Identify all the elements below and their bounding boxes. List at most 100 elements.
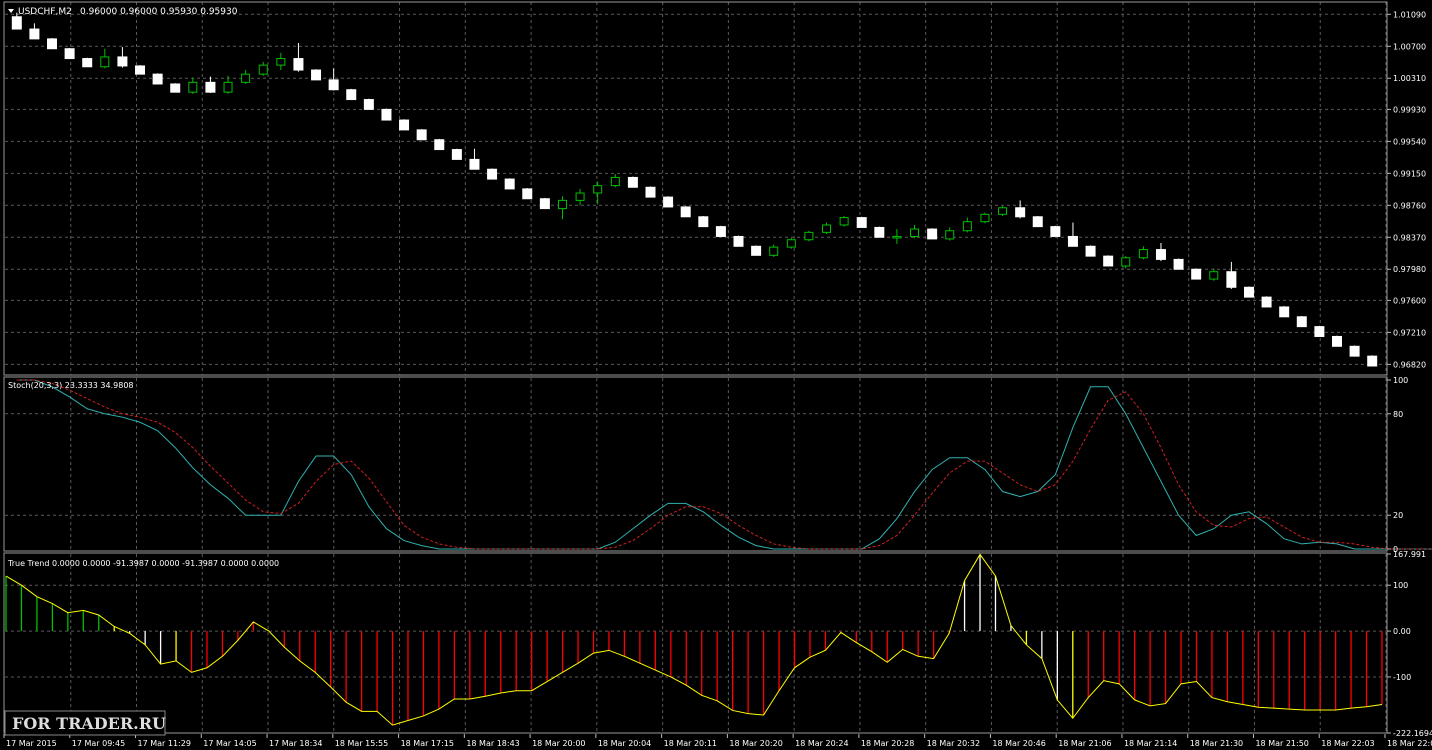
candle-body: [1032, 216, 1043, 228]
bear-candle: [733, 235, 744, 247]
price-tick-label: 0.98760: [1393, 201, 1426, 210]
candle-body: [1367, 355, 1378, 367]
stoch-label: Stoch(20,3,3) 23.3333 34.9808: [8, 381, 134, 390]
main-pane-header: USDCHF,M2 0.96000 0.96000 0.95930 0.9593…: [8, 7, 238, 17]
bear-candle: [1173, 258, 1184, 270]
bear-candle: [399, 119, 410, 131]
bear-candle: [715, 225, 726, 237]
candle-body: [1103, 255, 1114, 267]
bull-candle: [980, 212, 990, 224]
candle-body: [769, 246, 779, 256]
candle-body: [1155, 249, 1166, 260]
tt-tick-label: 0.00: [1393, 627, 1411, 636]
bear-candle: [311, 69, 322, 81]
bear-candle: [451, 148, 462, 160]
tt-label: True Trend 0.0000 0.0000 -91.3987 0.0000…: [7, 559, 279, 568]
candle-body: [135, 65, 146, 75]
candle-body: [1261, 296, 1272, 308]
bear-candle: [64, 47, 75, 60]
candle-body: [1015, 207, 1026, 218]
bull-candle: [839, 215, 849, 227]
candle-body: [1138, 249, 1148, 259]
candle-body: [839, 217, 849, 226]
candle-body: [1209, 271, 1219, 280]
tt-tick-label: 167.991: [1393, 550, 1426, 559]
bear-candle: [504, 178, 515, 190]
candle-body: [822, 224, 832, 233]
bear-candle: [1296, 315, 1307, 328]
candle-body: [11, 16, 22, 30]
bear-candle: [874, 226, 885, 238]
candle-body: [276, 58, 286, 66]
bear-candle: [698, 215, 709, 228]
candle-body: [381, 108, 392, 121]
price-tick-label: 0.99540: [1393, 137, 1426, 146]
candle-body: [117, 56, 128, 67]
candle-body: [733, 235, 744, 247]
price-tick-label: 0.97600: [1393, 296, 1426, 305]
candle-body: [188, 81, 198, 93]
bear-candle: [856, 216, 867, 228]
time-tick-label: 18 Mar 20:11: [664, 739, 717, 748]
candle-body: [64, 48, 75, 60]
time-tick-label: 18 Mar 20:00: [532, 739, 585, 748]
price-tick-label: 0.98370: [1393, 233, 1426, 242]
bear-candle: [416, 129, 427, 141]
candle-body: [1173, 258, 1184, 270]
bear-candle: [346, 88, 357, 101]
candle-body: [1349, 345, 1360, 357]
candle-body: [47, 38, 58, 50]
time-tick-label: 18 Mar 20:20: [729, 739, 782, 748]
bear-candle: [82, 57, 93, 68]
candle-body: [1279, 306, 1290, 318]
bear-candle: [135, 65, 146, 75]
candle-body: [892, 235, 902, 239]
candle-body: [663, 196, 674, 208]
bear-candle: [1050, 225, 1061, 237]
candle-body: [874, 226, 885, 238]
price-tick-label: 0.96820: [1393, 360, 1426, 369]
time-tick-label: 18 Mar 15:55: [335, 739, 388, 748]
bear-candle: [363, 98, 374, 110]
candle-body: [170, 83, 181, 93]
bear-candle: [1331, 335, 1342, 347]
bear-candle: [152, 73, 163, 85]
bear-candle: [1367, 355, 1378, 367]
candle-body: [416, 129, 427, 141]
candle-body: [1331, 335, 1342, 347]
candle-body: [1085, 245, 1096, 257]
candle-body: [680, 206, 691, 218]
candle-body: [346, 89, 357, 101]
time-tick-label: 18 Mar 20:32: [927, 739, 980, 748]
time-tick-label: 17 Mar 11:29: [138, 739, 191, 748]
bear-candle: [381, 108, 392, 121]
price-tick-label: 1.01090: [1393, 10, 1426, 19]
time-tick-label: 18 Mar 22:03: [1387, 739, 1432, 748]
stoch-tick-label: 80: [1393, 410, 1403, 419]
price-tick-label: 1.00700: [1393, 42, 1426, 51]
candle-body: [487, 168, 498, 180]
candle-body: [856, 217, 867, 228]
candle-body: [522, 188, 533, 200]
time-tick-label: 18 Mar 17:15: [401, 739, 454, 748]
trading-terminal-chart[interactable]: USDCHF,M2 0.96000 0.96000 0.95930 0.9593…: [0, 0, 1432, 750]
bear-candle: [1085, 245, 1096, 257]
candle-body: [82, 58, 93, 68]
bear-candle: [522, 188, 533, 200]
candle-body: [363, 99, 374, 110]
candle-body: [804, 231, 814, 241]
tt-tick-label: -222.1694: [1393, 729, 1432, 738]
bear-candle: [1279, 306, 1290, 318]
ohlc-values: 0.96000 0.96000 0.95930 0.95930: [80, 7, 238, 17]
candle-body: [1296, 316, 1307, 328]
candle-body: [1121, 257, 1131, 267]
candle-body: [998, 207, 1008, 215]
bear-candle: [170, 83, 181, 93]
candle-body: [715, 226, 726, 237]
bear-candle: [680, 206, 691, 218]
bull-candle: [804, 230, 814, 242]
time-tick-label: 18 Mar 21:06: [1058, 739, 1111, 748]
candle-body: [1314, 326, 1325, 337]
tt-tick-label: -100: [1393, 673, 1411, 682]
symbol-label: USDCHF,M2: [18, 7, 72, 17]
